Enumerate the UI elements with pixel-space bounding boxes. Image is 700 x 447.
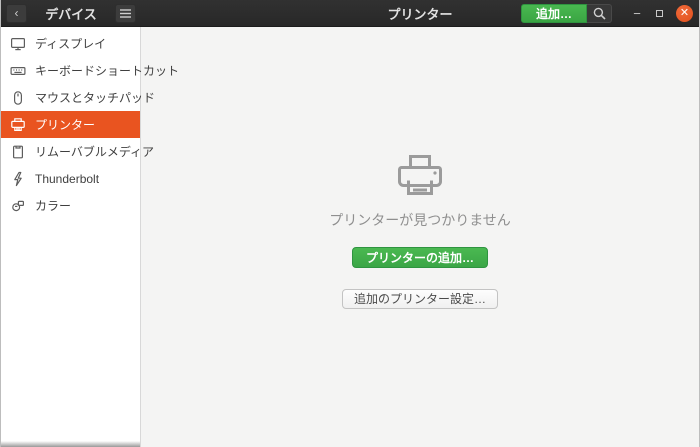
- headerbar: ‹ デバイス プリンター 追加… − ✕: [1, 0, 699, 27]
- sidebar-item-removable-media[interactable]: リムーバブルメディア: [1, 138, 154, 165]
- color-icon: [12, 200, 24, 211]
- back-chevron-icon: ‹: [14, 6, 19, 20]
- gnome-settings-window: ‹ デバイス プリンター 追加… − ✕ ディスプレイ キーボードショートカット…: [0, 0, 700, 447]
- empty-state-title: プリンターが見つかりません: [329, 211, 511, 228]
- back-button[interactable]: ‹: [6, 3, 27, 23]
- display-icon: [11, 37, 26, 50]
- window-body: ディスプレイ キーボードショートカット マウスとタッチパッド プリンター リムー…: [1, 27, 699, 447]
- sidebar-item-label: マウスとタッチパッド: [35, 91, 156, 105]
- sidebar-item-label: キーボードショートカット: [35, 64, 180, 78]
- sidebar-item-label: リムーバブルメディア: [35, 145, 155, 159]
- add-printer-header-button[interactable]: 追加…: [520, 3, 587, 23]
- sidebar-title: デバイス: [45, 6, 97, 22]
- sidebar-item-printers[interactable]: プリンター: [1, 111, 140, 138]
- page-title: プリンター: [387, 6, 453, 22]
- sidebar-item-label: プリンター: [35, 118, 96, 132]
- search-icon: [593, 7, 606, 20]
- close-button[interactable]: ✕: [676, 4, 693, 22]
- headerbar-sidebar-section: ‹ デバイス: [1, 0, 141, 26]
- sidebar-item-mouse-touchpad[interactable]: マウスとタッチパッド: [1, 84, 155, 111]
- thunderbolt-icon: [14, 171, 22, 186]
- keyboard-icon: [10, 66, 26, 75]
- minimize-button[interactable]: −: [626, 6, 648, 21]
- maximize-icon: [655, 9, 663, 17]
- hamburger-icon: [120, 8, 131, 18]
- window-controls: − ✕: [626, 4, 693, 22]
- sidebar-item-label: カラー: [35, 199, 72, 213]
- maximize-button[interactable]: [648, 9, 670, 17]
- search-button[interactable]: [587, 3, 612, 23]
- sidebar-item-label: ディスプレイ: [35, 37, 107, 51]
- sidebar: ディスプレイ キーボードショートカット マウスとタッチパッド プリンター リムー…: [1, 27, 179, 447]
- sidebar-item-color[interactable]: カラー: [1, 192, 140, 219]
- printers-panel: プリンターが見つかりません プリンターの追加… 追加のプリンター設定…: [141, 27, 699, 447]
- menu-button[interactable]: [115, 3, 136, 23]
- sidebar-item-label: Thunderbolt: [35, 171, 100, 186]
- sidebar-item-displays[interactable]: ディスプレイ: [1, 30, 140, 57]
- add-printer-button[interactable]: プリンターの追加…: [351, 246, 488, 268]
- sidebar-item-keyboard-shortcuts[interactable]: キーボードショートカット: [1, 57, 179, 84]
- printer-icon: [11, 117, 25, 131]
- mouse-icon: [13, 90, 23, 105]
- empty-state: プリンターが見つかりません プリンターの追加… 追加のプリンター設定…: [329, 152, 511, 309]
- close-icon: ✕: [679, 6, 690, 19]
- headerbar-main-section: プリンター 追加… − ✕: [141, 0, 699, 26]
- additional-printer-settings-button[interactable]: 追加のプリンター設定…: [341, 288, 498, 309]
- sidebar-item-thunderbolt[interactable]: Thunderbolt: [1, 165, 140, 192]
- printer-large-icon: [398, 154, 442, 195]
- removable-media-icon: [12, 145, 24, 158]
